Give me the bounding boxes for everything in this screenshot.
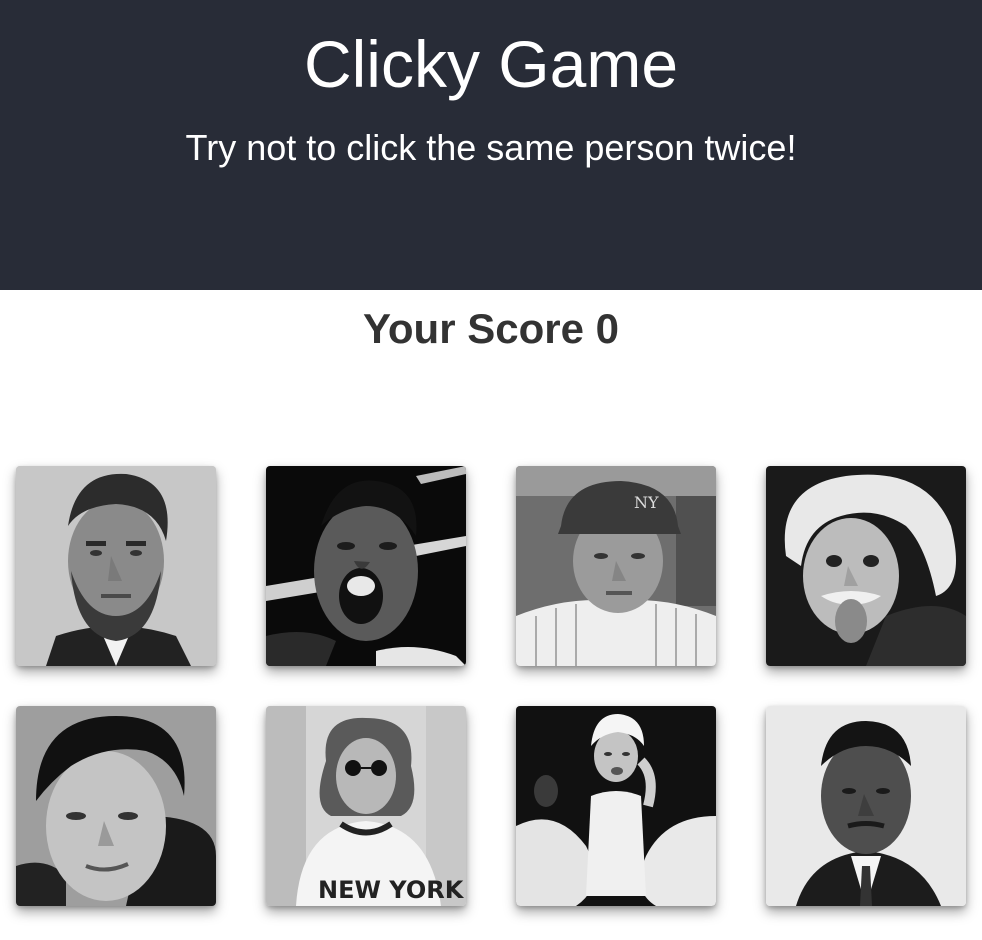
einstein-portrait	[766, 466, 966, 666]
ali-card[interactable]	[266, 466, 466, 666]
elvis-card[interactable]	[16, 706, 216, 906]
lennon-portrait: NEW YORK	[266, 706, 466, 906]
monroe-card[interactable]	[516, 706, 716, 906]
svg-text:NY: NY	[634, 493, 659, 512]
elvis-portrait	[16, 706, 216, 906]
ruth-card[interactable]: NY	[516, 466, 716, 666]
shirt-text: NEW YORK	[318, 876, 465, 904]
ruth-portrait: NY	[516, 466, 716, 666]
monroe-portrait	[516, 706, 716, 906]
lennon-card[interactable]: NEW YORK	[266, 706, 466, 906]
lincoln-card[interactable]	[16, 466, 216, 666]
game-instructions: Try not to click the same person twice!	[185, 127, 797, 168]
ali-portrait	[266, 466, 466, 666]
header-jumbotron: Clicky Game Try not to click the same pe…	[0, 0, 982, 290]
king-card[interactable]	[766, 706, 966, 906]
lincoln-portrait	[16, 466, 216, 666]
score-display: Your Score 0	[363, 305, 619, 352]
card-grid: NY NEW YORK	[0, 466, 982, 940]
einstein-card[interactable]	[766, 466, 966, 666]
game-title: Clicky Game	[303, 27, 679, 101]
king-portrait	[766, 706, 966, 906]
